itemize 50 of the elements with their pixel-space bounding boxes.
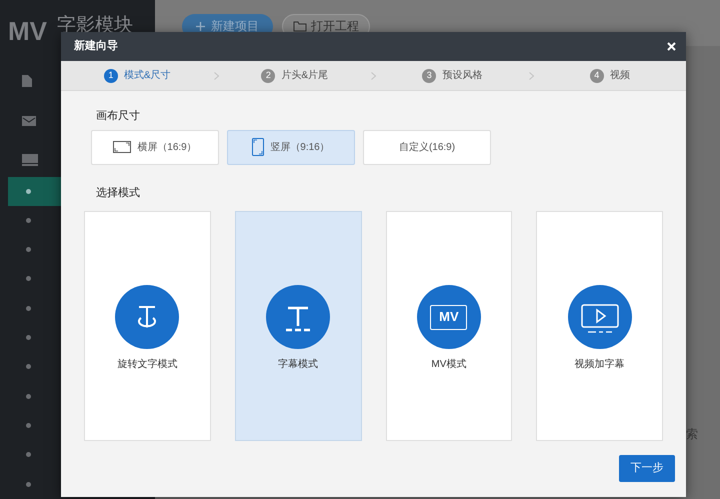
plus-icon bbox=[196, 22, 205, 30]
bullet-icon[interactable] bbox=[26, 247, 31, 252]
mode-card[interactable]: MV MV模式 bbox=[386, 211, 512, 441]
step-tab[interactable]: 4 视频 bbox=[534, 68, 686, 83]
mode-card[interactable]: 旋转文字模式 bbox=[84, 211, 211, 441]
canvas-size-option[interactable]: 自定义(16:9) bbox=[363, 130, 491, 164]
mode-card[interactable]: 视频加字幕 bbox=[536, 211, 663, 441]
bullet-icon[interactable] bbox=[26, 306, 31, 311]
canvas-size-option[interactable]: 竖屏（9:16） bbox=[227, 130, 355, 164]
step-tab[interactable]: 1 模式&尺寸 bbox=[61, 68, 214, 83]
step-number: 1 bbox=[104, 68, 118, 82]
step-tab[interactable]: 2 片头&片尾 bbox=[218, 68, 371, 83]
chevron-icon bbox=[214, 72, 218, 80]
bullet-icon[interactable] bbox=[26, 482, 31, 487]
canvas-size-option[interactable]: 横屏（16:9） bbox=[91, 130, 219, 164]
bullet-icon[interactable] bbox=[26, 276, 31, 282]
envelope-icon[interactable] bbox=[22, 116, 36, 126]
mode-label: 视频加字幕 bbox=[574, 358, 625, 372]
bullet-icon[interactable] bbox=[26, 188, 31, 194]
section-label: 画布尺寸 bbox=[95, 109, 141, 124]
video-screen-icon bbox=[568, 285, 632, 349]
folder-icon bbox=[293, 20, 307, 32]
bullet-icon[interactable] bbox=[26, 335, 31, 340]
bullet-icon[interactable] bbox=[26, 218, 31, 223]
close-icon[interactable] bbox=[667, 42, 676, 51]
mode-label: 字幕模式 bbox=[278, 358, 318, 372]
portrait-icon bbox=[252, 138, 264, 156]
step-number: 3 bbox=[422, 68, 436, 82]
bullet-icon[interactable] bbox=[26, 423, 31, 428]
document-icon[interactable] bbox=[22, 75, 32, 88]
bullet-icon[interactable] bbox=[26, 364, 31, 370]
chevron-icon bbox=[528, 72, 534, 80]
section-label: 选择模式 bbox=[95, 186, 141, 200]
monitor-icon[interactable] bbox=[22, 154, 38, 166]
mode-label: MV模式 bbox=[431, 358, 466, 372]
bullet-icon[interactable] bbox=[26, 452, 31, 458]
chevron-icon bbox=[371, 72, 376, 80]
mode-label: 旋转文字模式 bbox=[117, 358, 178, 372]
bullet-icon[interactable] bbox=[26, 394, 31, 399]
text-icon bbox=[266, 285, 330, 349]
step-number: 4 bbox=[590, 68, 604, 82]
next-button[interactable]: 下一步 bbox=[619, 455, 675, 482]
mode-card[interactable]: 字幕模式 bbox=[234, 211, 362, 441]
logo: MV bbox=[8, 18, 47, 44]
landscape-icon bbox=[113, 141, 132, 153]
dialog-title: 新建向导 bbox=[74, 38, 118, 54]
step-number: 2 bbox=[261, 68, 276, 82]
rotate-text-icon bbox=[115, 285, 180, 349]
mv-icon: MV bbox=[416, 285, 481, 349]
step-tab[interactable]: 3 预设风格 bbox=[376, 68, 528, 83]
